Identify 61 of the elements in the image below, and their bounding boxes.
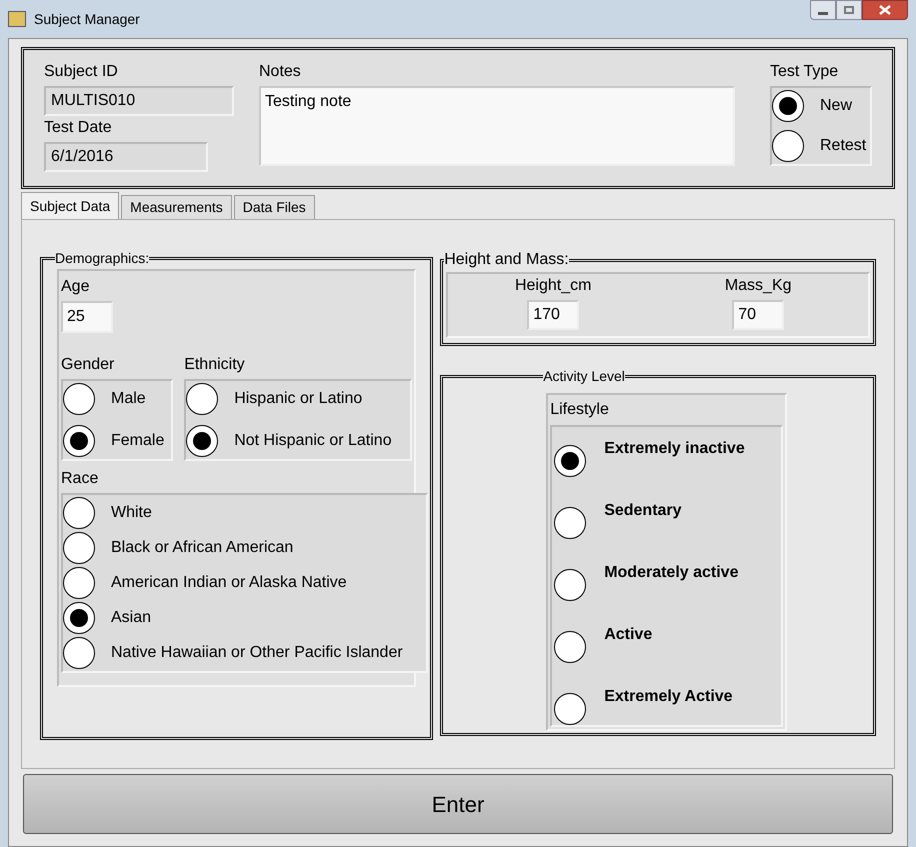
tab[interactable]: Subject Data (21, 192, 120, 219)
group-title: Demographics: (55, 249, 150, 268)
field-label: Lifestyle (549, 400, 610, 420)
radio-label: Active (604, 625, 652, 645)
radio-label: Black or African American (111, 538, 294, 558)
height-field[interactable]: 170 (527, 300, 580, 330)
group-title: Height and Mass: (444, 250, 569, 270)
field-label: Race (61, 469, 100, 489)
radio-button[interactable] (63, 532, 95, 564)
field-label: Test Date (44, 118, 113, 138)
radio-label: Male (111, 389, 146, 409)
field-label: Subject ID (44, 62, 119, 82)
field-label: Age (61, 277, 90, 297)
field-label: Height_cm (514, 276, 592, 296)
tab[interactable]: Measurements (121, 195, 232, 219)
radio-button[interactable] (554, 445, 586, 477)
radio-button[interactable] (554, 569, 586, 601)
tab[interactable]: Data Files (234, 195, 315, 219)
radio-button[interactable] (554, 693, 586, 725)
enter-button[interactable]: Enter (23, 774, 893, 834)
subject-id-field[interactable]: MULTIS010 (44, 86, 234, 116)
radio-label: Moderately active (604, 563, 738, 583)
notes-field[interactable]: Testing note (259, 86, 735, 166)
mass-field[interactable]: 70 (732, 300, 784, 330)
radio-label: Native Hawaiian or Other Pacific Islander (111, 643, 403, 663)
age-field[interactable]: 25 (61, 301, 113, 333)
radio-button[interactable] (186, 425, 218, 457)
maximize-icon[interactable] (836, 0, 862, 20)
radio-button[interactable] (186, 383, 218, 415)
radio-label: Extremely inactive (604, 439, 745, 459)
radio-label: Hispanic or Latino (234, 389, 362, 409)
minimize-icon[interactable] (810, 0, 836, 20)
field-label: Notes (259, 62, 302, 82)
app-icon (8, 11, 26, 27)
radio-label: Not Hispanic or Latino (234, 431, 392, 451)
radio-button[interactable] (554, 507, 586, 539)
group-title: Activity Level (543, 367, 625, 386)
field-label: Test Type (770, 62, 840, 82)
radio-label: Female (111, 431, 164, 451)
radio-button[interactable] (63, 637, 95, 669)
radio-button[interactable] (63, 602, 95, 634)
radio-label: Sedentary (604, 501, 682, 521)
field-label: Ethnicity (184, 355, 246, 375)
radio-label: Asian (111, 608, 152, 628)
close-icon[interactable] (862, 0, 908, 20)
radio-label: White (111, 503, 152, 523)
radio-button[interactable] (554, 631, 586, 663)
radio-label: Retest (820, 136, 866, 156)
window-title: Subject Manager (34, 10, 140, 29)
radio-button[interactable] (772, 90, 804, 122)
test-date-field[interactable]: 6/1/2016 (44, 142, 208, 172)
field-label: Mass_Kg (724, 276, 792, 296)
radio-button[interactable] (63, 567, 95, 599)
radio-button[interactable] (63, 497, 95, 529)
radio-label: New (820, 96, 852, 116)
field-label: Gender (61, 355, 116, 375)
radio-label: American Indian or Alaska Native (111, 573, 347, 593)
radio-button[interactable] (772, 130, 804, 162)
radio-button[interactable] (63, 383, 95, 415)
radio-label: Extremely Active (604, 687, 733, 707)
radio-button[interactable] (63, 425, 95, 457)
